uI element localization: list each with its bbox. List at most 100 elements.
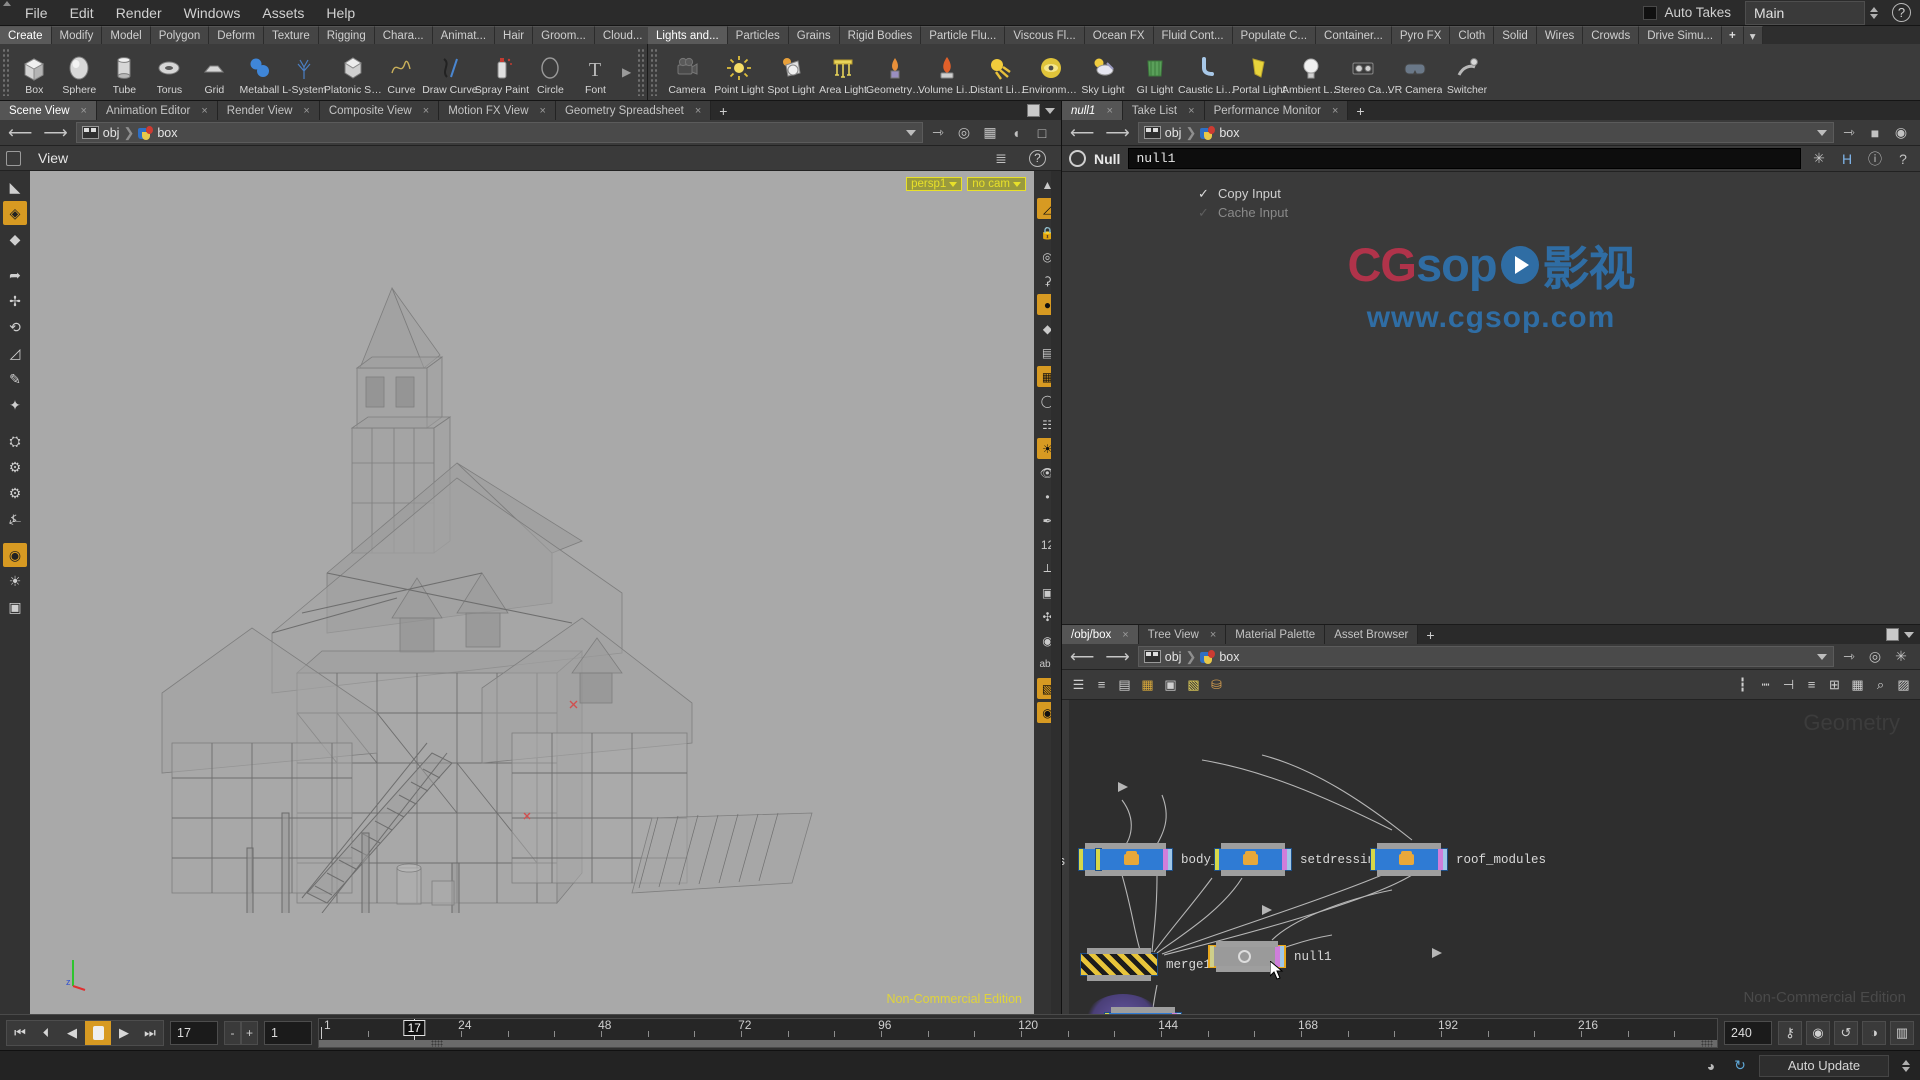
shelf-tab-grains[interactable]: Grains	[789, 26, 840, 44]
network-path-dropdown-icon[interactable]	[1816, 647, 1828, 666]
tool-platonic-solid[interactable]: Platonic Sol...	[327, 49, 379, 96]
shelf-right-tab-menu-icon[interactable]: ▾	[1744, 26, 1763, 44]
tool-tube[interactable]: Tube	[102, 49, 147, 96]
current-frame-field[interactable]: 17	[170, 1021, 218, 1045]
tab-close-icon[interactable]: ×	[201, 105, 207, 117]
select-tool-icon[interactable]: ◈	[3, 201, 27, 225]
tab-asset-browser[interactable]: Asset Browser	[1325, 625, 1418, 644]
tool-area-light[interactable]: Area Light	[817, 49, 869, 96]
shelf-tab-wires[interactable]: Wires	[1537, 26, 1583, 44]
layers-icon[interactable]: ≡	[1091, 674, 1112, 695]
viewport-path-field[interactable]: obj ❯ box	[76, 122, 923, 143]
basket-icon[interactable]: ⛁	[1206, 674, 1227, 695]
tool-curve[interactable]: Curve	[379, 49, 424, 96]
list-view-icon[interactable]: ☰	[1068, 674, 1089, 695]
menu-help[interactable]: Help	[315, 2, 366, 24]
copy-input-checkbox[interactable]: ✓	[1197, 187, 1210, 200]
pointer-tool-icon[interactable]: ➦	[3, 263, 27, 287]
move-tool-icon[interactable]: ✢	[3, 289, 27, 313]
shelf-tab-populate-containers[interactable]: Populate C...	[1233, 26, 1316, 44]
align-vertical-icon[interactable]: ┇	[1732, 674, 1753, 695]
network-canvas[interactable]: Geometry Non-Commercial Edition	[1062, 700, 1920, 1014]
menu-render[interactable]: Render	[105, 2, 173, 24]
tab-null1-params[interactable]: null1 ×	[1062, 101, 1123, 120]
path-dropdown-icon[interactable]	[905, 123, 917, 142]
menu-file[interactable]: File	[14, 2, 59, 24]
param-houdini-icon[interactable]: H	[1837, 149, 1857, 169]
help-icon[interactable]: ?	[1892, 3, 1911, 22]
key-scope-icon[interactable]: ⚷	[1778, 1021, 1802, 1045]
shelf-tab-viscous-fluids[interactable]: Viscous Fl...	[1005, 26, 1084, 44]
shelf-tab-lights-and-cameras[interactable]: Lights and...	[648, 26, 728, 44]
autokey-icon[interactable]: ◉	[1806, 1021, 1830, 1045]
tab-close-icon[interactable]: ×	[1122, 629, 1128, 641]
shelf-tab-texture[interactable]: Texture	[264, 26, 319, 44]
align-left-icon[interactable]: ⊣	[1778, 674, 1799, 695]
param-nav-back-icon[interactable]: ⟵	[1067, 124, 1097, 141]
nav-forward-icon[interactable]: ⟶	[40, 124, 70, 141]
handle-tool-icon[interactable]: ◆	[3, 227, 27, 251]
grid-layout-icon[interactable]: ▦	[1847, 674, 1868, 695]
tab-scene-view[interactable]: Scene View ×	[0, 101, 97, 120]
tab-close-icon[interactable]: ×	[303, 105, 309, 117]
network-gear-icon[interactable]: ✳	[1891, 647, 1911, 667]
shelf-tab-particle-fluids[interactable]: Particle Flu...	[921, 26, 1005, 44]
node-flag-left[interactable]	[1096, 849, 1100, 870]
dashes-icon[interactable]: ┉	[1755, 674, 1776, 695]
param-row-cache-input[interactable]: ✓ Cache Input	[1062, 203, 1920, 222]
light-tool-icon[interactable]: ☀	[3, 569, 27, 593]
tab-close-icon[interactable]: ×	[695, 105, 701, 117]
scale-tool-icon[interactable]: ◿	[3, 341, 27, 365]
param-breadcrumb-obj[interactable]: obj	[1165, 126, 1182, 140]
maximize-pane-icon[interactable]	[1027, 104, 1040, 117]
tool-geometry-light[interactable]: Geometry L...	[869, 49, 921, 96]
shelf-tab-ocean-fx[interactable]: Ocean FX	[1085, 26, 1154, 44]
key-mode-icon[interactable]: ↺	[1834, 1021, 1858, 1045]
param-node-name-input[interactable]: null1	[1128, 148, 1801, 169]
network-pin-icon[interactable]: ⇾	[1839, 647, 1859, 667]
menu-windows[interactable]: Windows	[173, 2, 252, 24]
tool-vr-camera[interactable]: VR Camera	[1389, 49, 1441, 96]
node-flag-display[interactable]	[1168, 849, 1172, 870]
tool-switcher[interactable]: Switcher	[1441, 49, 1493, 96]
shelf-tab-cloth[interactable]: Cloth	[1450, 26, 1494, 44]
tool-gi-light[interactable]: GI Light	[1129, 49, 1181, 96]
tab-close-icon[interactable]: ×	[423, 105, 429, 117]
camera-tool-icon[interactable]: ▣	[3, 595, 27, 619]
network-nav-forward-icon[interactable]: ⟶	[1102, 648, 1132, 665]
tool-lsystem[interactable]: L-System	[282, 49, 327, 96]
tab-animation-editor[interactable]: Animation Editor ×	[97, 101, 218, 120]
brush-tool-icon[interactable]: ✎	[3, 367, 27, 391]
color-palette-icon[interactable]: ▦	[1137, 674, 1158, 695]
network-breadcrumb-box[interactable]: box	[1219, 650, 1239, 664]
network-target-icon[interactable]: ◎	[1865, 647, 1885, 667]
viewport-add-tab-button[interactable]: +	[711, 103, 735, 119]
tool-volume-light[interactable]: Volume Light	[921, 49, 973, 96]
viewport-scrollbar[interactable]	[1051, 171, 1061, 1014]
tool-grid[interactable]: Grid	[192, 49, 237, 96]
search-icon[interactable]: ⌕	[1870, 674, 1891, 695]
node-flag-left[interactable]	[1210, 946, 1214, 967]
timeline-range-slider[interactable]	[319, 1040, 1717, 1047]
prev-key-button[interactable]: ⏴	[33, 1021, 59, 1045]
shelf-tab-rigid-bodies[interactable]: Rigid Bodies	[840, 26, 922, 44]
cam-lock-badge[interactable]: no cam	[967, 177, 1026, 191]
node-flag-display[interactable]	[1287, 849, 1291, 870]
jump-end-button[interactable]: ⏭	[137, 1021, 163, 1045]
shelf-tab-crowds[interactable]: Crowds	[1583, 26, 1639, 44]
tab-tree-view[interactable]: Tree View ×	[1139, 625, 1227, 644]
step-back-button[interactable]: ◀	[59, 1021, 85, 1045]
take-spinner[interactable]	[1865, 1, 1883, 25]
breadcrumb-obj[interactable]: obj	[103, 126, 120, 140]
timeline-ruler[interactable]: 12448729612014416819221617	[318, 1018, 1718, 1048]
tab-render-view[interactable]: Render View ×	[218, 101, 320, 120]
network-nav-back-icon[interactable]: ⟵	[1067, 648, 1097, 665]
shelf-tab-rigging[interactable]: Rigging	[319, 26, 375, 44]
viewport-canvas[interactable]: persp1 no cam	[30, 171, 1034, 1014]
view-tool-icon[interactable]: ◣	[3, 175, 27, 199]
tool-sphere[interactable]: Sphere	[57, 49, 102, 96]
nav-back-icon[interactable]: ⟵	[5, 124, 35, 141]
tool-circle[interactable]: Circle	[528, 49, 573, 96]
display-options-icon[interactable]: ▨	[1893, 674, 1914, 695]
breadcrumb-box[interactable]: box	[157, 126, 177, 140]
